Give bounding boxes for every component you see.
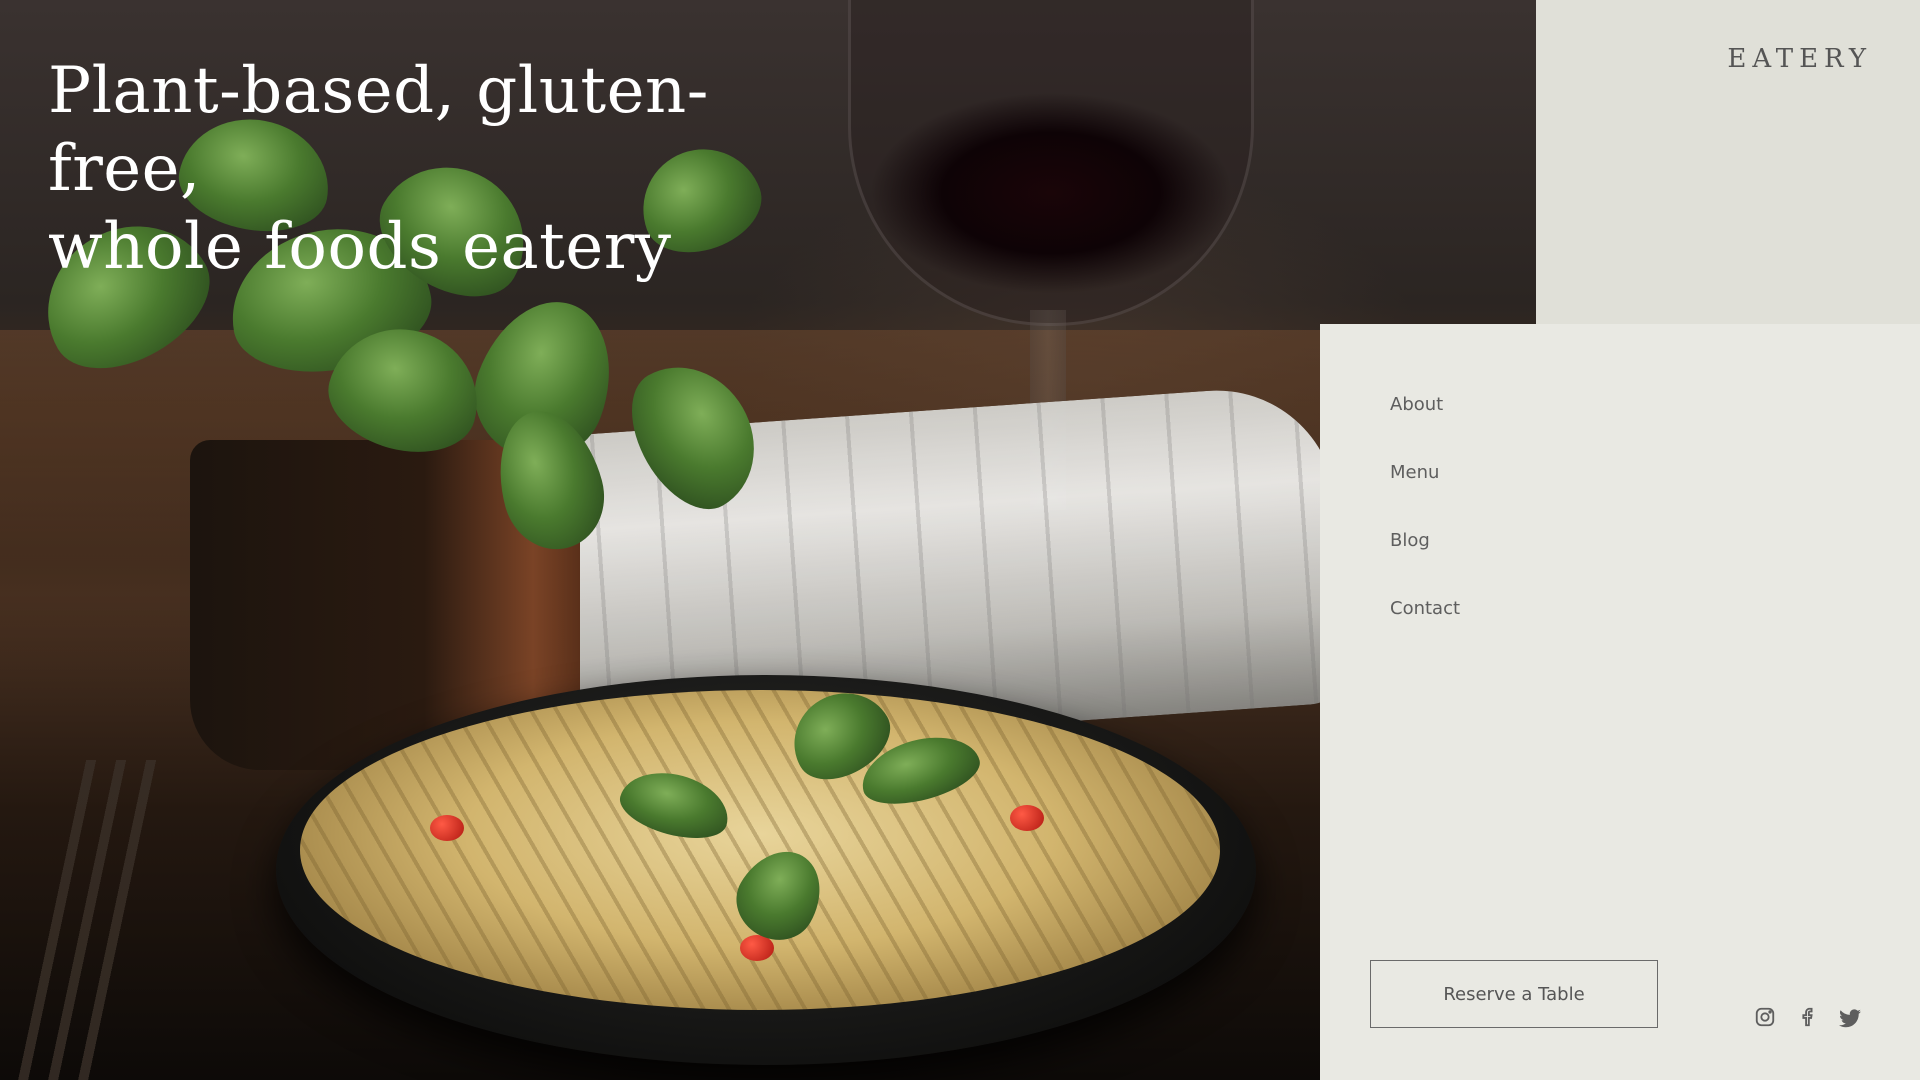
penne-pasta	[300, 690, 1220, 1010]
nav-item-about: About	[1390, 394, 1460, 462]
brand-logo[interactable]: EATERY	[1727, 44, 1872, 74]
fork	[0, 760, 217, 1080]
nav-item-contact: Contact	[1390, 598, 1460, 666]
instagram-icon[interactable]	[1754, 1006, 1778, 1030]
hero-headline: Plant-based, gluten-free, whole foods ea…	[48, 52, 848, 286]
hero-headline-line-2: whole foods eatery	[48, 210, 672, 284]
nav-item-menu: Menu	[1390, 462, 1460, 530]
wine-glass	[848, 0, 1254, 326]
hero-headline-line-1: Plant-based, gluten-free,	[48, 54, 709, 206]
reserve-table-button[interactable]: Reserve a Table	[1370, 960, 1658, 1028]
brand-panel: EATERY	[1536, 0, 1920, 324]
nav-link-menu[interactable]: Menu	[1390, 462, 1439, 483]
twitter-icon[interactable]	[1838, 1006, 1862, 1030]
nav-link-blog[interactable]: Blog	[1390, 530, 1430, 551]
facebook-icon[interactable]	[1796, 1006, 1820, 1030]
nav-item-blog: Blog	[1390, 530, 1460, 598]
cherry-tomato	[430, 815, 464, 841]
cherry-tomato	[1010, 805, 1044, 831]
nav-link-contact[interactable]: Contact	[1390, 598, 1460, 619]
main-nav: About Menu Blog Contact	[1390, 394, 1460, 666]
nav-link-about[interactable]: About	[1390, 394, 1443, 415]
social-links	[1754, 1006, 1862, 1030]
menu-panel: About Menu Blog Contact Reserve a Table	[1320, 324, 1920, 1080]
